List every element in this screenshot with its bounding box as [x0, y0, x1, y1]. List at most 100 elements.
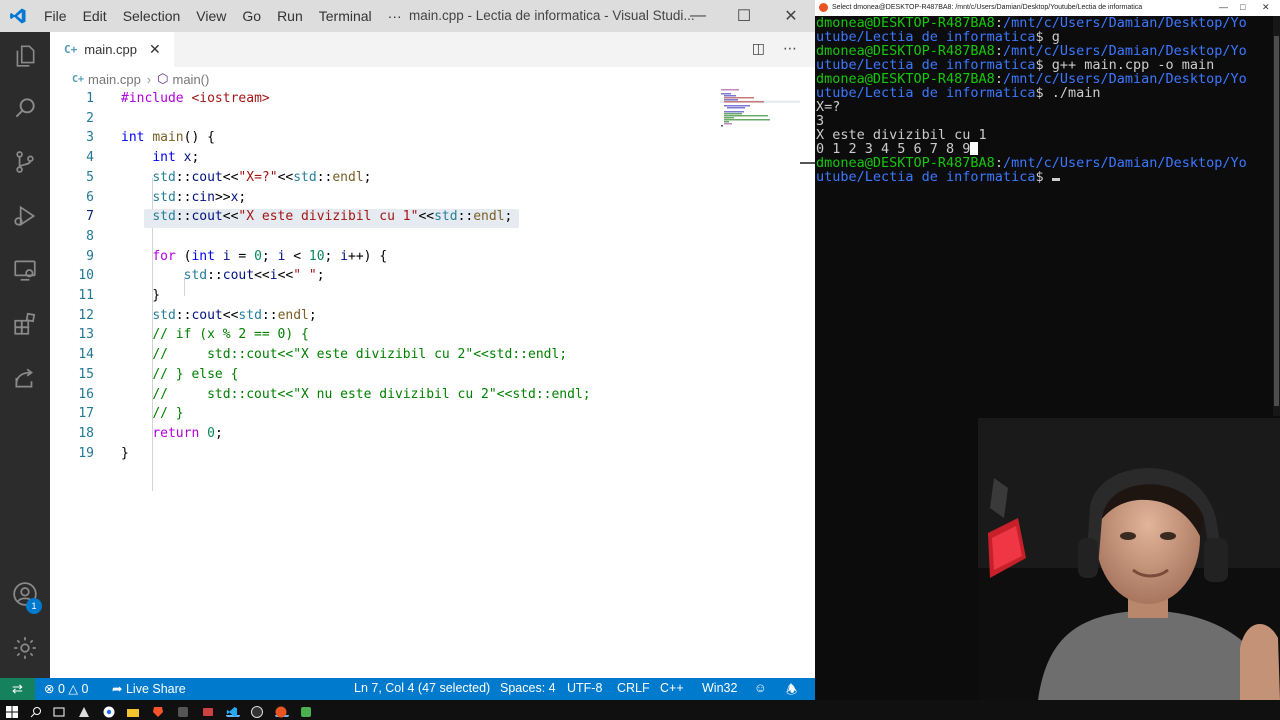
code-line: 11 }: [78, 288, 161, 303]
windows-start-icon[interactable]: [6, 703, 20, 718]
terminal-prompt: utube/Lectia de informatica$: [816, 170, 1270, 184]
task-view-icon[interactable]: [53, 703, 67, 717]
code-line: 1 #include <iostream>: [86, 91, 270, 106]
remote-explorer-icon[interactable]: [0, 246, 50, 294]
warning-icon: △: [68, 682, 79, 696]
status-bar: ⇄ ⊗ 0 △ 0 ➦ Live Share Ln 7, Col 4 (47 s…: [0, 678, 815, 700]
account-badge: 1: [26, 598, 42, 614]
code-line: 17 // }: [78, 406, 184, 422]
breadcrumb-symbol[interactable]: main(): [173, 72, 210, 87]
app-icon[interactable]: [177, 703, 191, 717]
search-icon[interactable]: [30, 703, 44, 718]
cpp-file-icon: C+: [72, 73, 85, 85]
app-icon[interactable]: [202, 703, 216, 717]
files-icon[interactable]: [0, 32, 50, 80]
live-share-icon[interactable]: [0, 354, 50, 402]
code-line: 9 for (int i = 0; i < 10; i++) {: [86, 248, 388, 264]
mouse-text-cursor: [970, 142, 979, 155]
problems-indicator[interactable]: ⊗ 0 △ 0: [44, 681, 88, 696]
terminal-scrollbar[interactable]: [1273, 16, 1280, 416]
cpp-file-icon: C+: [64, 43, 78, 56]
tab-bar: C+ main.cpp ✕ ◫ ⋯: [50, 32, 815, 67]
editor-actions: ◫ ⋯: [752, 41, 797, 57]
activity-bar: 1: [0, 32, 50, 678]
minimize-icon[interactable]: —: [1219, 2, 1228, 12]
error-icon: ⊗: [44, 682, 55, 696]
menu-selection[interactable]: Selection: [115, 8, 189, 24]
code-line: 16 // std::cout<<"X nu este divizibil cu…: [78, 386, 591, 402]
settings-gear-icon[interactable]: [0, 624, 50, 672]
platform[interactable]: Win32: [702, 681, 737, 695]
menu-terminal[interactable]: Terminal: [311, 8, 380, 24]
end-of-line[interactable]: CRLF: [617, 681, 650, 695]
brave-icon[interactable]: [152, 703, 166, 717]
terminal-title: Select dmonea@DESKTOP-R487BA8: /mnt/c/Us…: [832, 4, 1143, 11]
code-line: 12 std::cout<<std::endl;: [78, 307, 317, 323]
minimap[interactable]: [720, 88, 800, 130]
tab-main-cpp[interactable]: C+ main.cpp ✕: [50, 32, 174, 67]
app-icon[interactable]: [78, 703, 92, 717]
close-tab-icon[interactable]: ✕: [149, 41, 161, 58]
windows-taskbar: [0, 700, 1280, 720]
minimize-icon[interactable]: —: [675, 0, 721, 32]
ubuntu-icon[interactable]: [275, 703, 289, 718]
menu-view[interactable]: View: [188, 8, 234, 24]
indentation[interactable]: Spaces: 4: [500, 681, 556, 695]
code-line: 8: [86, 228, 94, 244]
menu-more[interactable]: ···: [380, 8, 410, 24]
code-line: 14 // std::cout<<"X este divizibil cu 2"…: [78, 347, 568, 363]
more-actions-icon[interactable]: ⋯: [783, 41, 797, 57]
window-title: main.cpp - Lectia de informatica - Visua…: [409, 8, 695, 23]
code-editor[interactable]: 1 #include <iostream> 2 3 int main() { 4 i…: [50, 90, 815, 678]
code-line: 13 // if (x % 2 == 0) {: [78, 327, 309, 343]
maximize-icon[interactable]: □: [1240, 2, 1245, 12]
code-line: 18 return 0;: [78, 425, 223, 441]
code-line: 6 std::cin>>x;: [86, 189, 247, 205]
feedback-icon[interactable]: ☺: [754, 681, 767, 695]
app-icon[interactable]: [300, 703, 314, 717]
symbol-method-icon: ⬡: [157, 71, 169, 86]
terminal-output[interactable]: dmonea@DESKTOP-R487BA8:/mnt/c/Users/Dami…: [816, 16, 1270, 184]
terminal-line: X=?: [816, 99, 841, 115]
webcam-overlay: [978, 418, 1280, 700]
cursor-position[interactable]: Ln 7, Col 4 (47 selected): [354, 681, 490, 695]
close-window-icon[interactable]: ✕: [768, 0, 814, 32]
search-icon[interactable]: [0, 84, 50, 132]
breadcrumb: C+ main.cpp › ⬡ main(): [50, 67, 815, 91]
chrome-icon[interactable]: [103, 703, 117, 718]
menu-file[interactable]: File: [36, 8, 75, 24]
menu-run[interactable]: Run: [269, 8, 311, 24]
scrollbar-thumb[interactable]: [1274, 36, 1279, 406]
breadcrumb-file[interactable]: main.cpp: [88, 72, 141, 87]
terminal-title-bar: Select dmonea@DESKTOP-R487BA8: /mnt/c/Us…: [815, 0, 1280, 16]
file-explorer-icon[interactable]: [127, 703, 141, 717]
live-share-icon: ➦: [112, 682, 123, 696]
account-icon[interactable]: 1: [0, 570, 50, 618]
vscode-window: File Edit Selection View Go Run Terminal…: [0, 0, 815, 700]
code-line-selected: 7 std::cout<<"X este divizibil cu 1"<<st…: [50, 209, 815, 229]
maximize-icon[interactable]: ☐: [721, 0, 767, 32]
source-control-icon[interactable]: [0, 138, 50, 186]
vscode-logo-icon: [0, 0, 36, 32]
terminal-line: dmonea@DESKTOP-R487BA8:/mnt/c/Users/Dami…: [816, 43, 1247, 59]
menu-go[interactable]: Go: [234, 8, 269, 24]
menu-edit[interactable]: Edit: [75, 8, 115, 24]
run-debug-icon[interactable]: [0, 192, 50, 240]
notifications-bell-icon[interactable]: 🕭: [786, 681, 797, 702]
split-editor-icon[interactable]: ◫: [752, 41, 765, 57]
live-share-status[interactable]: ➦ Live Share: [112, 681, 186, 696]
terminal-line: dmonea@DESKTOP-R487BA8:/mnt/c/Users/Dami…: [816, 71, 1247, 87]
tab-label: main.cpp: [84, 42, 137, 57]
code-line: 15 // } else {: [78, 366, 239, 382]
obs-icon[interactable]: [251, 703, 265, 718]
terminal-line: dmonea@DESKTOP-R487BA8:/mnt/c/Users/Dami…: [816, 155, 1247, 171]
overview-ruler-mark: [800, 162, 815, 164]
close-window-icon[interactable]: ✕: [1262, 2, 1270, 13]
remote-indicator-icon[interactable]: ⇄: [0, 678, 35, 700]
encoding[interactable]: UTF-8: [567, 681, 602, 695]
vscode-icon[interactable]: [226, 703, 240, 717]
terminal-line: dmonea@DESKTOP-R487BA8:/mnt/c/Users/Dami…: [816, 15, 1247, 31]
language-mode[interactable]: C++: [660, 681, 684, 695]
code-line: 2: [86, 110, 94, 126]
extensions-icon[interactable]: [0, 300, 50, 348]
